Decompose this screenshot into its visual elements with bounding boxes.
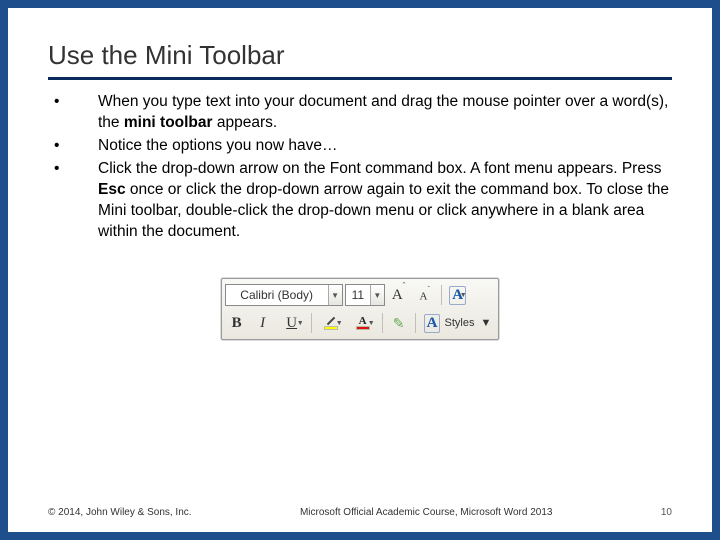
chevron-down-icon: ▼ xyxy=(480,317,491,329)
footer-copyright: © 2014, John Wiley & Sons, Inc. xyxy=(48,507,192,518)
shrink-font-icon: Aˇ xyxy=(419,289,429,303)
bullet-text: When you type text into your document an… xyxy=(98,92,672,134)
bullet-marker: • xyxy=(48,159,98,243)
styles-label: Styles xyxy=(444,317,474,329)
chevron-down-icon: ▼ xyxy=(336,319,343,327)
bold-button[interactable]: B xyxy=(225,312,249,334)
footer-page-number: 10 xyxy=(661,507,672,518)
separator xyxy=(415,313,416,333)
bullet-text-span: Notice the options you now have… xyxy=(98,137,338,154)
styles-icon: A xyxy=(424,314,441,333)
format-painter-button[interactable]: ✎ xyxy=(387,312,411,334)
mini-toolbar: Calibri (Body) ▼ 11 ▼ Aˆ Aˇ A ▼ xyxy=(221,278,500,340)
grow-font-button[interactable]: Aˆ xyxy=(387,284,411,306)
bullet-text-span: appears. xyxy=(217,114,277,131)
italic-icon: I xyxy=(260,315,265,332)
bullet-list: • When you type text into your document … xyxy=(48,92,672,242)
bullet-text: Notice the options you now have… xyxy=(98,136,672,157)
bullet-text-span: once or click the drop-down arrow again … xyxy=(98,181,669,240)
bullet-bold: Esc xyxy=(98,181,130,198)
footer-center: Microsoft Official Academic Course, Micr… xyxy=(192,507,661,518)
format-painter-icon: ✎ xyxy=(393,315,405,332)
chevron-down-icon: ▼ xyxy=(460,291,467,299)
separator xyxy=(382,313,383,333)
underline-button[interactable]: U ▼ xyxy=(277,312,307,334)
bullet-item: • Click the drop-down arrow on the Font … xyxy=(48,159,672,243)
title-rule xyxy=(48,77,672,80)
italic-button[interactable]: I xyxy=(251,312,275,334)
styles-menu-button[interactable]: A Styles ▼ xyxy=(420,312,496,334)
bullet-item: • Notice the options you now have… xyxy=(48,136,672,157)
font-combo[interactable]: Calibri (Body) ▼ xyxy=(225,284,343,306)
font-color-button[interactable]: A ▼ xyxy=(348,312,378,334)
mini-toolbar-figure: Calibri (Body) ▼ 11 ▼ Aˆ Aˇ A ▼ xyxy=(48,278,672,340)
chevron-down-icon: ▼ xyxy=(368,319,375,327)
underline-icon: U xyxy=(286,315,297,332)
font-size-value: 11 xyxy=(346,288,370,302)
font-combo-value: Calibri (Body) xyxy=(226,288,328,302)
bullet-marker: • xyxy=(48,92,98,134)
chevron-down-icon[interactable]: ▼ xyxy=(370,285,384,305)
bullet-item: • When you type text into your document … xyxy=(48,92,672,134)
highlight-button[interactable]: ▼ xyxy=(316,312,346,334)
mini-toolbar-row-2: B I U ▼ ▼ A xyxy=(225,310,496,336)
bullet-text: Click the drop-down arrow on the Font co… xyxy=(98,159,672,243)
grow-font-icon: Aˆ xyxy=(392,286,406,304)
slide-title: Use the Mini Toolbar xyxy=(48,40,672,71)
bold-icon: B xyxy=(232,315,242,332)
slide: Use the Mini Toolbar • When you type tex… xyxy=(8,8,712,532)
bullet-bold: mini toolbar xyxy=(124,114,217,131)
mini-toolbar-row-1: Calibri (Body) ▼ 11 ▼ Aˆ Aˇ A ▼ xyxy=(225,282,496,308)
bullet-marker: • xyxy=(48,136,98,157)
styles-button[interactable]: A ▼ xyxy=(446,284,470,306)
shrink-font-button[interactable]: Aˇ xyxy=(413,284,437,306)
bullet-text-span: Click the drop-down arrow on the Font co… xyxy=(98,160,661,177)
font-size-combo[interactable]: 11 ▼ xyxy=(345,284,385,306)
chevron-down-icon: ▼ xyxy=(297,319,304,327)
separator xyxy=(441,285,442,305)
separator xyxy=(311,313,312,333)
slide-footer: © 2014, John Wiley & Sons, Inc. Microsof… xyxy=(48,507,672,518)
chevron-down-icon[interactable]: ▼ xyxy=(328,285,342,305)
